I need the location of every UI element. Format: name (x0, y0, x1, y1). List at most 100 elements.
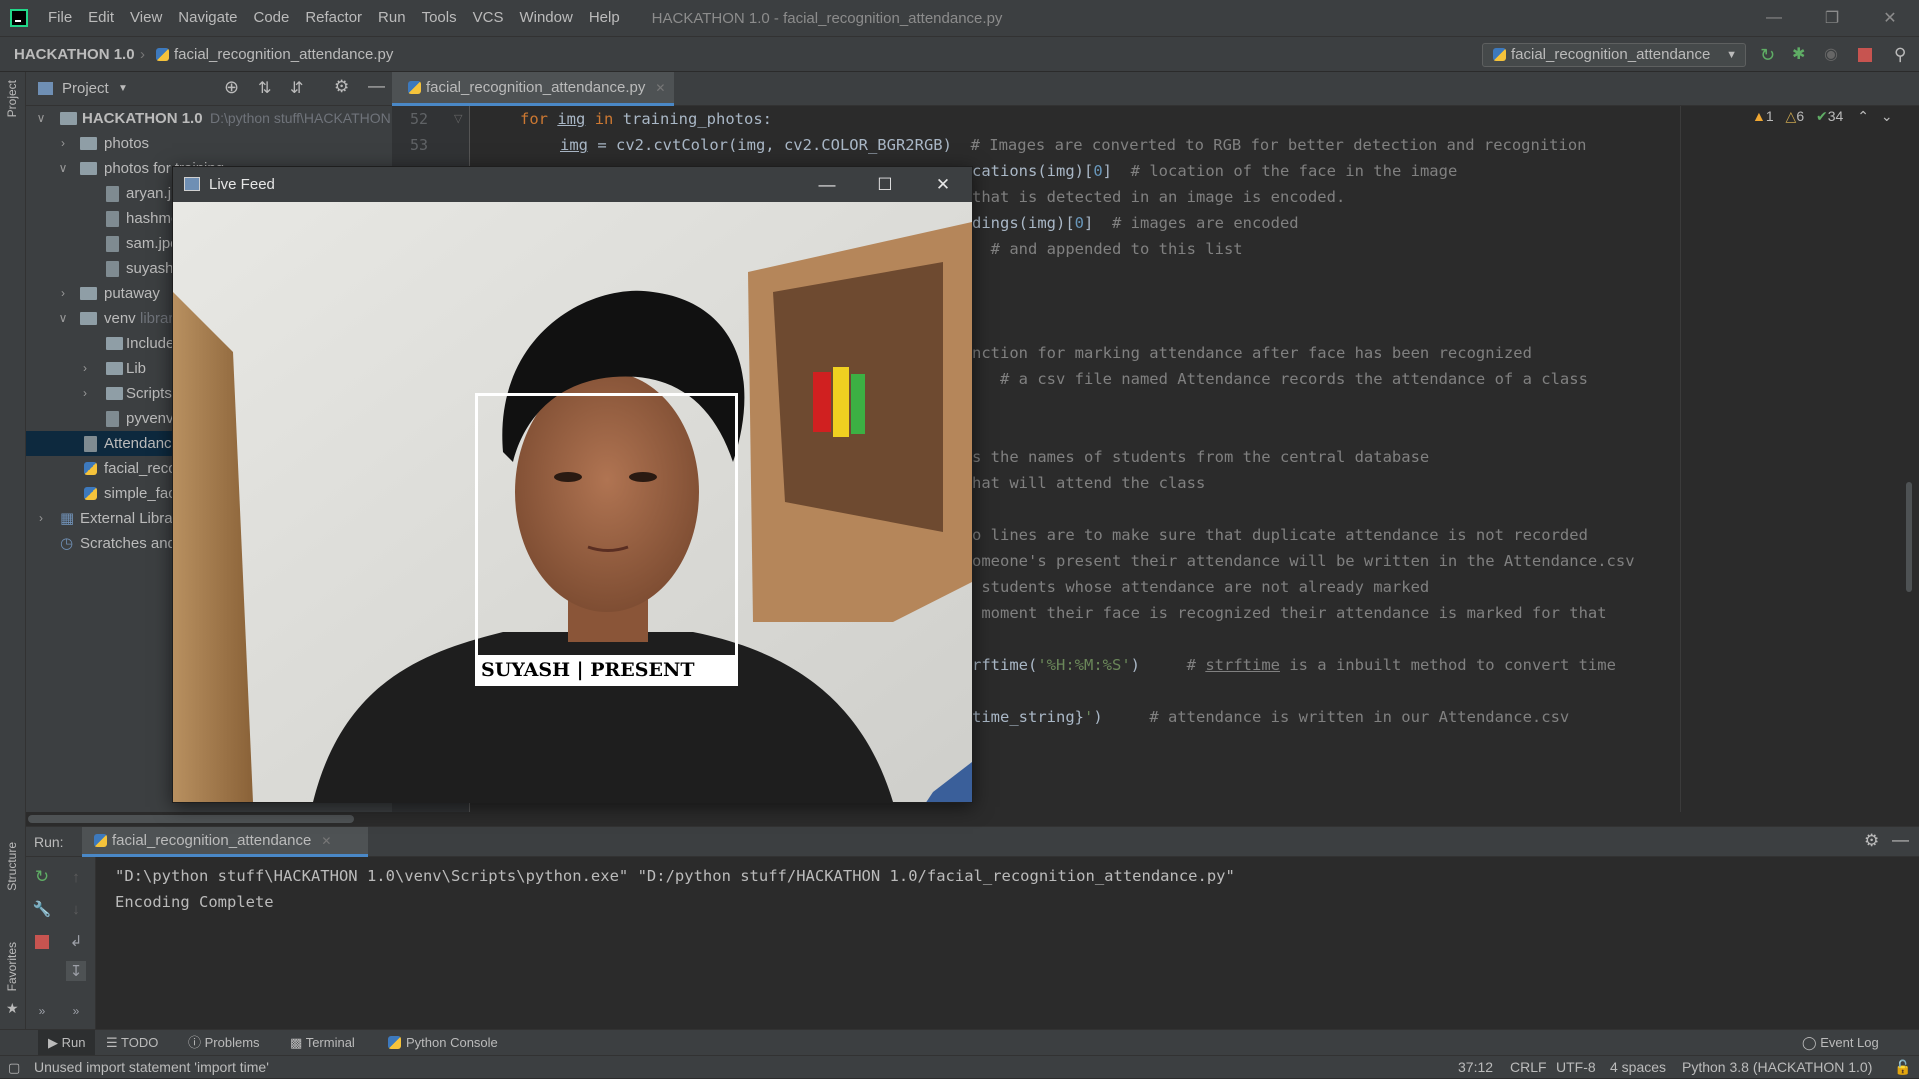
live-feed-window[interactable]: Live Feed — ☐ ✕ SUYASH | PRESENT (172, 166, 973, 803)
code-line[interactable]: # and appended to this list (972, 240, 1243, 258)
hide-panel-icon[interactable]: — (1892, 830, 1909, 850)
menu-view[interactable]: View (122, 0, 170, 36)
rerun-icon[interactable]: ↻ (1760, 46, 1778, 64)
scroll-down-icon[interactable]: ↓ (66, 899, 86, 919)
code-line[interactable]: rftime('%H:%M:%S') # strftime is a inbui… (972, 656, 1616, 674)
more-tools-icon[interactable]: » (32, 1001, 52, 1021)
code-line[interactable]: for img in training_photos: (520, 110, 772, 128)
maximize-window-button[interactable]: ☐ (856, 167, 914, 202)
close-window-button[interactable]: ✕ (1861, 0, 1919, 36)
menu-tools[interactable]: Tools (414, 0, 465, 36)
code-line[interactable]: moment their face is recognized their at… (972, 604, 1606, 622)
minimize-window-button[interactable]: — (798, 167, 856, 202)
hide-panel-icon[interactable]: — (368, 76, 385, 96)
window-title: HACKATHON 1.0 - facial_recognition_atten… (651, 9, 1003, 27)
structure-tool-window-tab[interactable]: Structure (5, 842, 19, 891)
menu-refactor[interactable]: Refactor (297, 0, 370, 36)
chevron-right-icon: › (61, 136, 65, 150)
menu-vcs[interactable]: VCS (465, 0, 512, 36)
tree-item-label: HACKATHON 1.0 (82, 110, 203, 127)
search-everywhere-icon[interactable]: ⚲ (1894, 46, 1912, 64)
editor-tab-active[interactable]: facial_recognition_attendance.py ✕ (392, 72, 674, 106)
code-line[interactable]: s the names of students from the central… (972, 448, 1429, 466)
run-tab[interactable]: facial_recognition_attendance ✕ (82, 827, 368, 857)
close-tab-icon[interactable]: ✕ (321, 834, 331, 848)
code-line[interactable]: time_string}') # attendance is written i… (972, 708, 1569, 726)
expand-all-icon[interactable]: ⇅ (258, 78, 271, 98)
run-configuration-select[interactable]: facial_recognition_attendance ▼ (1482, 43, 1746, 67)
tab-run[interactable]: ▶ Run (38, 1030, 96, 1056)
menu-run[interactable]: Run (370, 0, 414, 36)
layout-toggle-icon[interactable]: ▢ (8, 1056, 20, 1079)
rerun-icon[interactable]: ↻ (32, 867, 52, 887)
menu-code[interactable]: Code (245, 0, 297, 36)
menu-window[interactable]: Window (511, 0, 580, 36)
tab-terminal-label: Terminal (305, 1035, 355, 1050)
stop-icon[interactable] (35, 935, 49, 949)
tab-terminal[interactable]: ▩ Terminal (290, 1030, 355, 1056)
horizontal-scroll-area (26, 812, 1919, 826)
vertical-scrollbar[interactable] (1906, 482, 1912, 592)
restore-window-button[interactable]: ❐ (1803, 0, 1861, 36)
code-line[interactable]: img = cv2.cvtColor(img, cv2.COLOR_BGR2RG… (560, 136, 1587, 154)
close-window-button[interactable]: ✕ (914, 167, 972, 202)
project-view-select[interactable]: Project (62, 72, 109, 106)
code-line[interactable]: cations(img)[0] # location of the face i… (972, 162, 1457, 180)
gear-icon[interactable]: ⚙ (334, 77, 349, 97)
scroll-up-icon[interactable]: ↑ (66, 867, 86, 887)
status-message[interactable]: Unused import statement 'import time' (34, 1056, 269, 1079)
code-line[interactable]: students whose attendance are not alread… (972, 578, 1429, 596)
project-tool-window-tab[interactable]: Project (5, 80, 19, 117)
chevron-down-icon[interactable]: ▼ (118, 72, 128, 106)
breadcrumb-project[interactable]: HACKATHON 1.0 (14, 37, 135, 73)
coverage-icon[interactable]: ◉ (1824, 46, 1842, 64)
python-file-icon (84, 487, 97, 500)
minimize-window-button[interactable]: — (1745, 0, 1803, 36)
live-feed-titlebar[interactable]: Live Feed — ☐ ✕ (173, 167, 972, 202)
previous-highlight-icon[interactable]: ⌃ (1857, 108, 1869, 124)
collapse-all-icon[interactable]: ⇵ (290, 78, 303, 98)
next-highlight-icon[interactable]: ⌄ (1881, 108, 1893, 124)
soft-wrap-icon[interactable]: ↲ (66, 931, 86, 951)
more-tools-icon[interactable]: » (66, 1001, 86, 1021)
horizontal-scrollbar[interactable] (28, 815, 354, 823)
code-line[interactable]: dings(img)[0] # images are encoded (972, 214, 1299, 232)
file-encoding[interactable]: UTF-8 (1556, 1056, 1596, 1079)
menu-file[interactable]: File (40, 0, 80, 36)
close-tab-icon[interactable]: ✕ (655, 81, 665, 95)
tree-item-photos[interactable]: › photos (26, 131, 392, 156)
fold-icon[interactable]: ▽ (454, 112, 462, 125)
tab-todo[interactable]: ☰ TODO (106, 1030, 158, 1056)
indent-setting[interactable]: 4 spaces (1610, 1056, 1666, 1079)
breadcrumb-file[interactable]: facial_recognition_attendance.py (156, 37, 393, 73)
locate-file-icon[interactable]: ⊕ (224, 77, 239, 98)
code-line[interactable]: that is detected in an image is encoded. (972, 188, 1345, 206)
typo-check-icon: ✔ (1816, 108, 1828, 124)
scroll-to-end-icon[interactable]: ↧ (66, 961, 86, 981)
tree-item-root[interactable]: ∨ HACKATHON 1.0 D:\python stuff\HACKATHON … (26, 106, 392, 131)
gear-icon[interactable]: ⚙ (1864, 831, 1879, 851)
line-separator[interactable]: CRLF (1510, 1056, 1547, 1079)
debug-bug-icon[interactable]: ✱ (1792, 46, 1810, 64)
code-line[interactable]: nction for marking attendance after face… (972, 344, 1532, 362)
weak-warning-icon: △ (1785, 108, 1797, 124)
menu-edit[interactable]: Edit (80, 0, 122, 36)
image-file-icon (106, 261, 119, 277)
inspection-widget[interactable]: ▲1 △6 ✔34 ⌃ ⌄ (1752, 108, 1893, 125)
tab-event-log[interactable]: ◯ Event Log (1802, 1030, 1879, 1056)
code-line[interactable]: # a csv file named Attendance records th… (972, 370, 1588, 388)
tab-python-console[interactable]: Python Console (388, 1030, 498, 1056)
tab-problems[interactable]: ⓘ Problems (188, 1030, 260, 1056)
lock-icon[interactable]: 🔓 (1894, 1056, 1911, 1079)
python-interpreter[interactable]: Python 3.8 (HACKATHON 1.0) (1682, 1056, 1872, 1079)
code-line[interactable]: omeone's present their attendance will b… (972, 552, 1635, 570)
caret-position[interactable]: 37:12 (1458, 1056, 1493, 1079)
wrench-icon[interactable]: 🔧 (32, 899, 52, 919)
code-line[interactable]: hat will attend the class (972, 474, 1205, 492)
menu-help[interactable]: Help (581, 0, 628, 36)
code-line[interactable]: o lines are to make sure that duplicate … (972, 526, 1588, 544)
menu-navigate[interactable]: Navigate (170, 0, 245, 36)
console-output[interactable]: "D:\python stuff\HACKATHON 1.0\venv\Scri… (115, 863, 1235, 915)
favorites-tool-window-tab[interactable]: Favorites (5, 942, 19, 991)
stop-icon[interactable] (1858, 48, 1872, 62)
